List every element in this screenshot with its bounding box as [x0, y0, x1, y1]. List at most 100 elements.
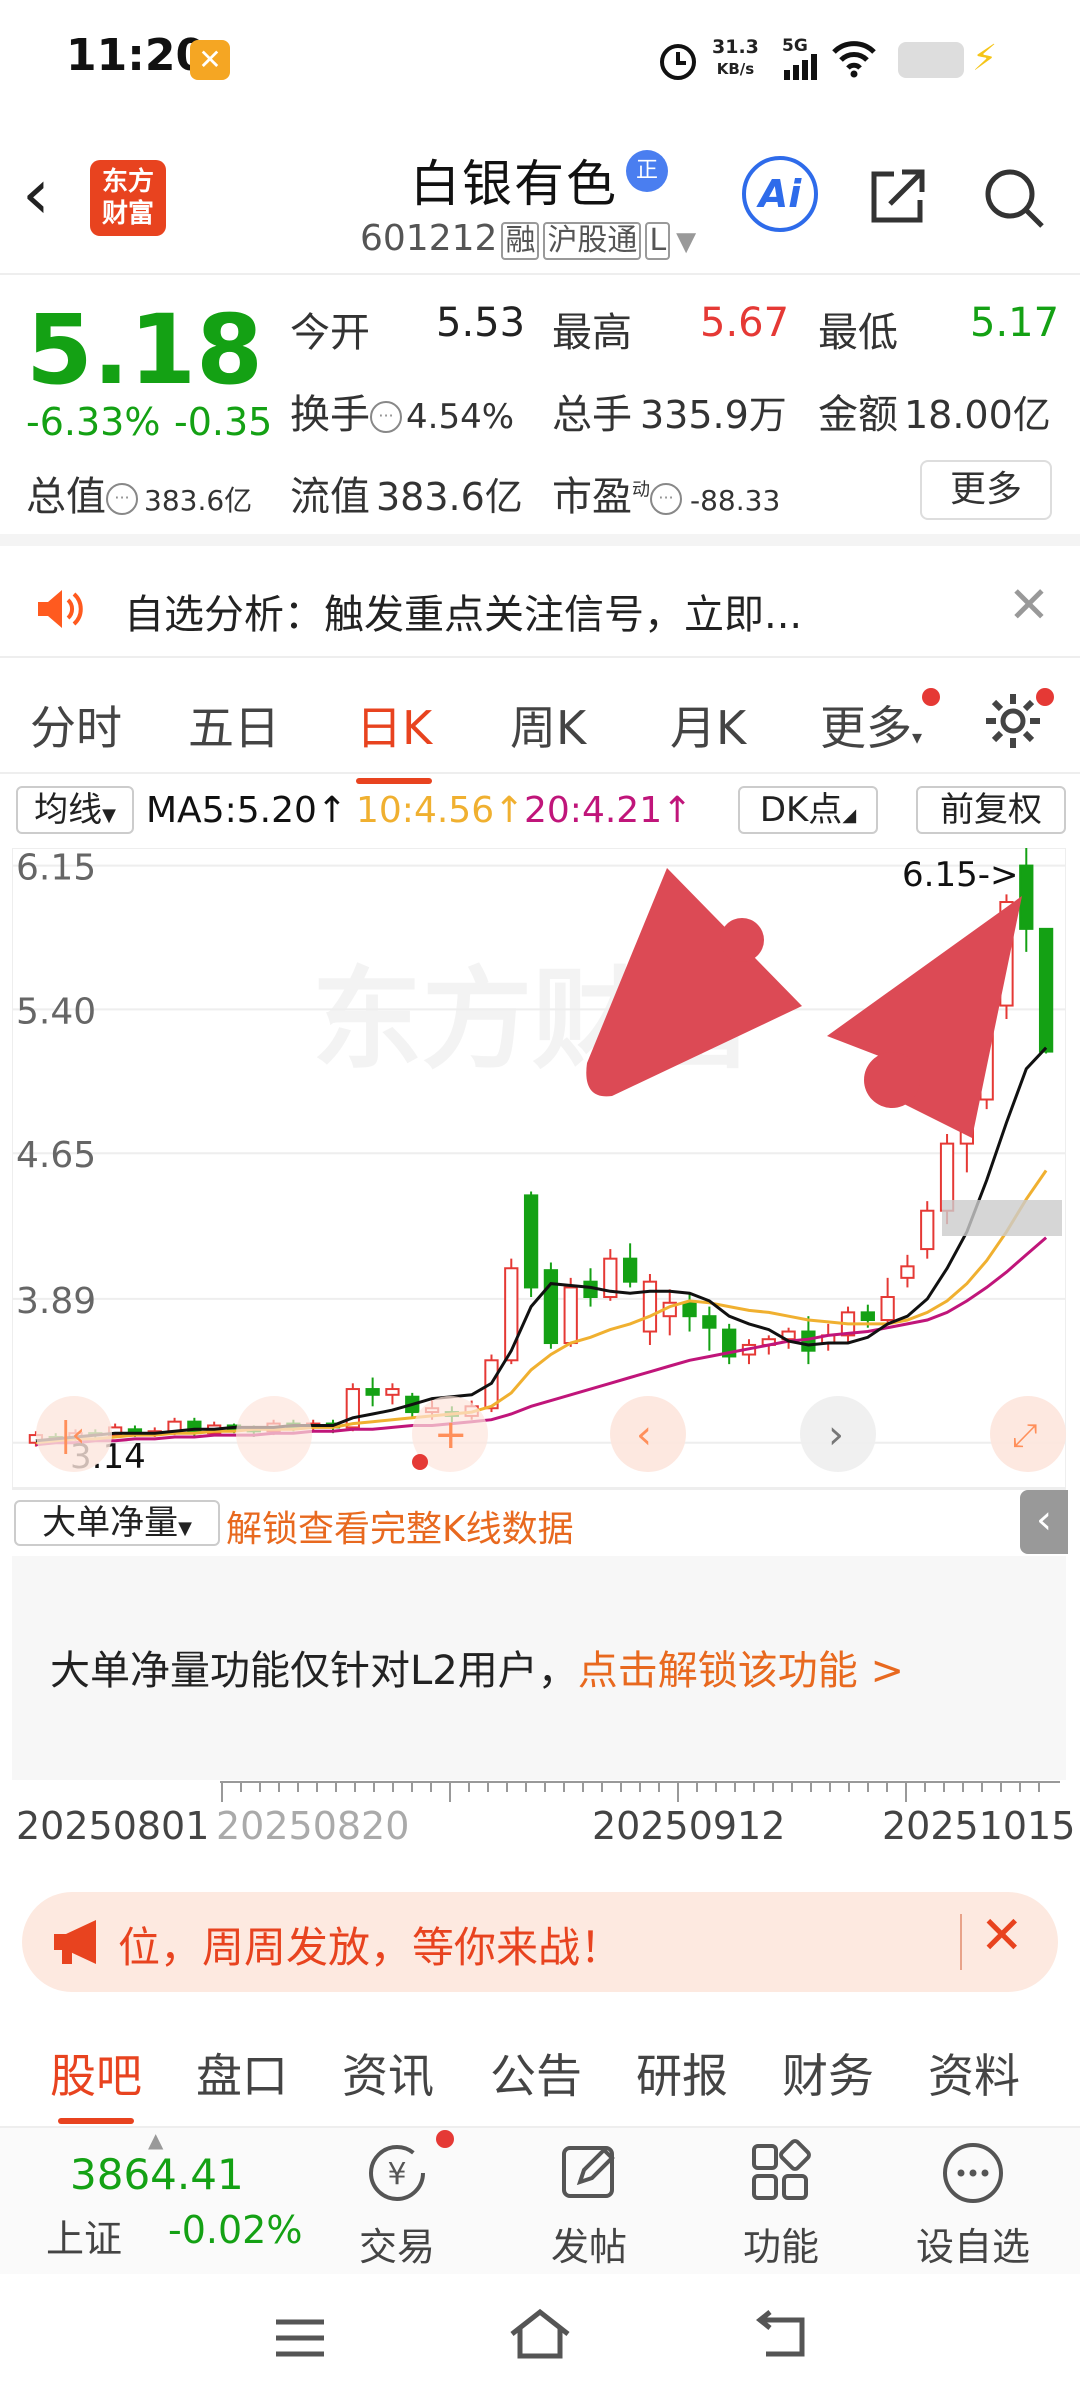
feature-tabs: 股吧 盘口 资讯 公告 研报 财务 资料	[0, 2016, 1080, 2128]
tag-margin: 融	[501, 222, 540, 260]
candle-body	[365, 1388, 380, 1396]
candle-body	[563, 1286, 578, 1345]
tab-finance[interactable]: 财务	[782, 2040, 874, 2106]
index-name: 上证	[46, 2217, 123, 2261]
tab-news[interactable]: 资讯	[342, 2040, 434, 2106]
ma-bar: 均线▼ MA5:5.20↑ 10:4.56↑ 20:4.21↑ DK点◢ 前复权	[0, 782, 1080, 842]
tab-weekly-k[interactable]: 周K	[510, 692, 586, 758]
badge-dot	[1036, 688, 1054, 706]
tab-announcements[interactable]: 公告	[490, 2040, 582, 2106]
fq-button[interactable]: 前复权	[916, 786, 1066, 834]
float-label: 流值 383.6亿	[290, 474, 523, 520]
ai-button[interactable]: Ai	[742, 156, 818, 232]
mcap-label[interactable]: 总值 ··· 383.6亿	[26, 464, 252, 522]
date-label: 20250801	[16, 1804, 210, 1848]
tab-research[interactable]: 研报	[636, 2040, 728, 2106]
stock-code: 601212	[360, 218, 498, 259]
ma-select[interactable]: 均线▼	[16, 786, 134, 834]
date-label: 20250912	[592, 1804, 786, 1848]
promo-banner[interactable]: 位，周周发放，等你来战！ ✕	[22, 1892, 1058, 1992]
home-icon[interactable]	[506, 2306, 574, 2362]
tab-intraday[interactable]: 分时	[30, 692, 122, 758]
tab-daily-k[interactable]: 日K	[356, 692, 433, 784]
volume-label: 总手 335.9万	[552, 392, 787, 438]
share-icon[interactable]	[866, 164, 930, 228]
candle-body	[880, 1296, 895, 1322]
badge-icon: 正	[626, 150, 668, 192]
add-watchlist-button[interactable]: 设自选	[898, 2138, 1048, 2271]
caret-up-icon: ▲	[148, 2128, 164, 2152]
clock: 11:20	[66, 30, 207, 81]
indicator-select[interactable]: 大单净量▼	[14, 1500, 220, 1546]
gear-icon[interactable]	[982, 690, 1044, 752]
y-tick-label: 3.89	[16, 1281, 96, 1322]
pe-label[interactable]: 市盈动 ··· -88.33	[552, 464, 780, 522]
date-label: 20251015	[882, 1804, 1076, 1848]
candle-body	[1019, 864, 1034, 930]
close-icon[interactable]: ✕	[1008, 576, 1050, 634]
change-amount: -0.35	[174, 400, 273, 444]
unlock-link[interactable]: 解锁查看完整K线数据	[226, 1500, 574, 1552]
back-nav-icon[interactable]	[752, 2310, 812, 2362]
alarm-icon	[660, 44, 696, 80]
collapse-icon[interactable]: ‹	[1020, 1490, 1068, 1554]
svg-text:|‹: |‹	[60, 1415, 85, 1455]
back-icon[interactable]: ‹	[22, 159, 50, 229]
more-button[interactable]: 更多	[920, 460, 1052, 520]
tab-five-day[interactable]: 五日	[188, 692, 280, 758]
candle-body	[523, 1194, 539, 1289]
net-speed: 31.3 KB/s	[712, 36, 759, 78]
battery-icon	[898, 42, 964, 78]
open-value: 5.53	[436, 300, 526, 346]
trade-button[interactable]: ¥ 交易	[322, 2138, 472, 2271]
chevron-down-icon: ▼	[676, 227, 697, 257]
tab-guba[interactable]: 股吧	[50, 2040, 142, 2124]
index-widget[interactable]: ▲ 3864.41 上证 -0.02%	[40, 2128, 302, 2274]
low-label: 最低	[818, 310, 898, 356]
search-icon[interactable]	[980, 164, 1048, 232]
candle-body	[622, 1257, 638, 1283]
svg-text:‹: ‹	[636, 1412, 652, 1458]
stock-name[interactable]: 白银有色	[410, 144, 618, 216]
notice-bar[interactable]: 自选分析：触发重点关注信号，立即... ✕	[0, 558, 1080, 658]
kline-chart[interactable]: 东方财富 6.155.404.653.89 6.15-> 3.14 |‹ + ‹…	[12, 848, 1066, 1488]
more-dots-icon	[943, 2143, 1003, 2203]
divider	[960, 1914, 962, 1970]
signal-dot	[412, 1454, 428, 1470]
high-value: 5.67	[700, 300, 790, 346]
unlock-feature-link[interactable]: 点击解锁该功能 >	[578, 1648, 904, 1694]
edit-icon	[562, 2146, 615, 2198]
y-tick-label: 5.40	[16, 991, 96, 1032]
candle-body	[385, 1388, 400, 1396]
svg-text:¥: ¥	[387, 2157, 406, 2192]
price-band	[942, 1200, 1062, 1236]
zoom-out-icon[interactable]	[236, 1396, 312, 1472]
open-label: 今开	[290, 310, 370, 356]
features-button[interactable]: 功能	[706, 2138, 856, 2271]
badge-dot	[436, 2130, 454, 2148]
y-tick-label: 4.65	[16, 1135, 96, 1176]
amount-label: 金额 18.00亿	[818, 392, 1051, 438]
status-bar: 11:20 ✕ 31.3 KB/s 5G ⚡	[0, 0, 1080, 120]
tab-profile[interactable]: 资料	[928, 2040, 1020, 2106]
bottom-bar: ▲ 3864.41 上证 -0.02% ¥ 交易 发帖 功能 设自选	[0, 2128, 1080, 2274]
close-icon[interactable]: ✕	[980, 1906, 1024, 1966]
low-value: 5.17	[970, 300, 1060, 346]
yen-cycle-icon: ¥	[369, 2145, 425, 2201]
system-nav-bar	[0, 2274, 1080, 2400]
dk-select[interactable]: DK点◢	[738, 786, 878, 834]
notice-text[interactable]: 自选分析：触发重点关注信号，立即...	[124, 582, 802, 640]
grid-icon	[752, 2139, 811, 2200]
turnover-label[interactable]: 换手 ··· 4.54%	[290, 382, 514, 440]
quote-panel: 5.18 -6.33% -0.35 总值 ··· 383.6亿 今开 5.53 最高…	[0, 276, 1080, 546]
stock-code-row[interactable]: 601212 融沪股通 L ▼	[360, 218, 696, 260]
change-percent: -6.33%	[26, 400, 161, 444]
tab-more[interactable]: 更多▾	[820, 692, 922, 758]
post-button[interactable]: 发帖	[514, 2138, 664, 2271]
tab-monthly-k[interactable]: 月K	[670, 692, 746, 758]
date-label: 20250820	[216, 1804, 410, 1848]
tab-pankou[interactable]: 盘口	[196, 2040, 288, 2106]
big-order-panel: 大单净量▼ 解锁查看完整K线数据 ‹ 大单净量功能仅针对L2用户，点击解锁该功能…	[12, 1488, 1068, 1780]
candle-body	[1038, 927, 1054, 1053]
menu-icon[interactable]	[272, 2316, 328, 2360]
